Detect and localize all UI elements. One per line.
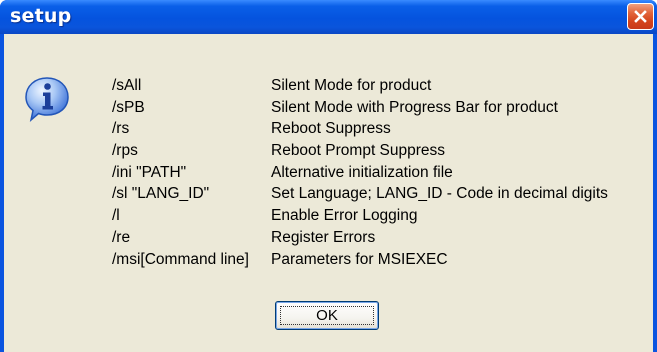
switch-description: Enable Error Logging	[271, 207, 418, 225]
switch-description: Silent Mode for product	[271, 77, 432, 94]
close-button[interactable]	[627, 3, 654, 30]
title-bar[interactable]: setup	[0, 0, 657, 34]
switch-description: Reboot Suppress	[271, 120, 391, 138]
dialog-client-area: /sAll Silent Mode for product /sPB Silen…	[4, 34, 653, 352]
switch-description: Parameters for MSIEXEC	[271, 250, 448, 268]
setup-dialog: setup /sAll Silent Mode for product /sPB…	[0, 0, 657, 352]
switch-description: Reboot Prompt Suppress	[271, 142, 446, 160]
switch-label: /ini "PATH"	[112, 163, 187, 181]
close-icon	[633, 9, 648, 24]
switch-label: /rs	[112, 120, 130, 138]
switch-description: Alternative initialization file	[271, 163, 453, 181]
switch-description: Silent Mode with Progress Bar for produc…	[271, 98, 558, 116]
ok-button-label: OK	[316, 307, 338, 324]
window-title: setup	[10, 5, 72, 27]
switch-label: /l	[112, 207, 120, 225]
switch-label: /msi[Command line]	[112, 250, 249, 268]
switch-description: Register Errors	[271, 228, 376, 246]
switch-label: /rps	[112, 142, 138, 160]
switch-label: /sl "LANG_ID"	[112, 185, 210, 203]
switch-label: /sAll	[112, 77, 142, 94]
ok-button[interactable]: OK	[275, 301, 379, 330]
switch-description: Set Language; LANG_ID - Code in decimal …	[271, 185, 608, 203]
info-icon	[23, 75, 71, 123]
switch-label: /sPB	[112, 98, 145, 116]
switch-label: /re	[112, 228, 131, 246]
